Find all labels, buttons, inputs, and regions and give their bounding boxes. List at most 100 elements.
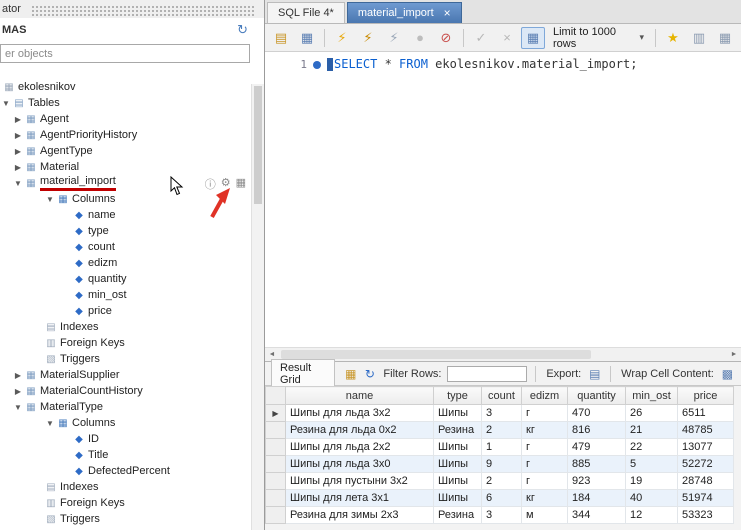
column-header-price[interactable]: price <box>678 387 734 405</box>
execute-current-statement-button[interactable]: ⚡ <box>356 27 380 49</box>
cell[interactable]: 885 <box>568 456 626 473</box>
cell[interactable]: кг <box>522 422 568 439</box>
export-icon[interactable]: ▤ <box>587 367 602 381</box>
tree-item-price[interactable]: ◆price <box>0 303 264 319</box>
column-header-count[interactable]: count <box>482 387 522 405</box>
tree-item-agenttype[interactable]: ▶▦AgentType <box>0 143 264 159</box>
scroll-left-icon[interactable]: ◄ <box>265 351 279 358</box>
table-row[interactable]: Шипы для пустыни 3x2Шипы2г9231928748 <box>266 473 734 490</box>
cell[interactable]: 2 <box>482 422 522 439</box>
cell[interactable]: Шипы <box>434 490 482 507</box>
expand-arrow-icon[interactable]: ▶ <box>12 147 24 156</box>
scroll-right-icon[interactable]: ► <box>727 351 741 358</box>
editor-horizontal-scrollbar[interactable]: ◄ ► <box>265 347 741 361</box>
table-row[interactable]: Шипы для лета 3x1Шипы6кг1844051974 <box>266 490 734 507</box>
tree-item-quantity[interactable]: ◆quantity <box>0 271 264 287</box>
tree-item-type[interactable]: ◆type <box>0 223 264 239</box>
table-row[interactable]: Резина для зимы 2x3Резина3м3441253323 <box>266 507 734 524</box>
cell[interactable]: 40 <box>626 490 678 507</box>
open-file-button[interactable]: ▤ <box>269 27 293 49</box>
cell[interactable]: г <box>522 456 568 473</box>
cell[interactable]: 3 <box>482 405 522 422</box>
tree-item-agent[interactable]: ▶▦Agent <box>0 111 264 127</box>
cell[interactable]: 470 <box>568 405 626 422</box>
cell[interactable]: 479 <box>568 439 626 456</box>
tree-item-id[interactable]: ◆ID <box>0 431 264 447</box>
tree-item-columns[interactable]: ▼▦Columns <box>0 415 264 431</box>
collapse-arrow-icon[interactable]: ▼ <box>12 179 24 188</box>
cell[interactable]: 26 <box>626 405 678 422</box>
cell[interactable]: Шипы <box>434 439 482 456</box>
tree-item-indexes[interactable]: ▤Indexes <box>0 479 264 495</box>
cell[interactable]: 53323 <box>678 507 734 524</box>
row-selector[interactable] <box>266 507 286 524</box>
cell[interactable]: Резина <box>434 507 482 524</box>
cell[interactable]: 22 <box>626 439 678 456</box>
scrollbar-track[interactable] <box>279 348 727 361</box>
limit-rows-dropdown[interactable]: Limit to 1000 rows▾ <box>547 27 650 49</box>
column-header-type[interactable]: type <box>434 387 482 405</box>
row-selector[interactable] <box>266 490 286 507</box>
cell[interactable]: 2 <box>482 473 522 490</box>
row-selector[interactable] <box>266 439 286 456</box>
grid-icon[interactable]: ▦ <box>343 367 358 381</box>
execute-button[interactable]: ⚡ <box>330 27 354 49</box>
panel-drag-handle[interactable] <box>31 5 256 17</box>
expand-arrow-icon[interactable]: ▶ <box>12 163 24 172</box>
cell[interactable]: 12 <box>626 507 678 524</box>
sql-code-line[interactable]: SELECT * FROM ekolesnikov.material_impor… <box>327 52 637 347</box>
row-selector[interactable]: ▶ <box>266 405 286 422</box>
cell[interactable]: г <box>522 439 568 456</box>
autocommit-button[interactable]: ▦ <box>521 27 545 49</box>
tree-item-count[interactable]: ◆count <box>0 239 264 255</box>
collapse-arrow-icon[interactable]: ▼ <box>44 419 56 428</box>
tree-item-materialtype[interactable]: ▼▦MaterialType <box>0 399 264 415</box>
tab-close-icon[interactable]: × <box>444 7 451 19</box>
tree-item-foreign-keys[interactable]: ▥Foreign Keys <box>0 495 264 511</box>
collapse-arrow-icon[interactable]: ▼ <box>44 195 56 204</box>
stop-button[interactable]: ● <box>408 27 432 49</box>
cell[interactable]: Шипы для льда 2x2 <box>286 439 434 456</box>
tree-item-edizm[interactable]: ◆edizm <box>0 255 264 271</box>
expand-arrow-icon[interactable]: ▶ <box>12 371 24 380</box>
cell[interactable]: Шипы <box>434 473 482 490</box>
cell[interactable]: Шипы <box>434 405 482 422</box>
tree-item-min_ost[interactable]: ◆min_ost <box>0 287 264 303</box>
cell[interactable]: г <box>522 405 568 422</box>
wrap-cell-content-icon[interactable]: ▩ <box>720 367 735 381</box>
tree-item-triggers[interactable]: ▧Triggers <box>0 511 264 527</box>
tree-item-ekolesnikov[interactable]: ▦ekolesnikov <box>0 79 264 95</box>
tree-item-materialsupplier[interactable]: ▶▦MaterialSupplier <box>0 367 264 383</box>
cell[interactable]: 344 <box>568 507 626 524</box>
table-row[interactable]: Резина для льда 0x2Резина2кг8162148785 <box>266 422 734 439</box>
cell[interactable]: 51974 <box>678 490 734 507</box>
cell[interactable]: 21 <box>626 422 678 439</box>
explain-button[interactable]: ⚡ <box>382 27 406 49</box>
expand-arrow-icon[interactable]: ▶ <box>12 131 24 140</box>
cell[interactable]: 6 <box>482 490 522 507</box>
table-row[interactable]: Шипы для льда 2x2Шипы1г4792213077 <box>266 439 734 456</box>
sidebar-scrollbar[interactable] <box>251 84 264 530</box>
commit-button[interactable]: ✓ <box>469 27 493 49</box>
rollback-button[interactable]: × <box>495 27 519 49</box>
cell[interactable]: Шипы для льда 3x2 <box>286 405 434 422</box>
cell[interactable]: 48785 <box>678 422 734 439</box>
sql-editor[interactable]: 1 SELECT * FROM ekolesnikov.material_imp… <box>265 52 741 347</box>
table-row[interactable]: ▶Шипы для льда 3x2Шипы3г470266511 <box>266 405 734 422</box>
cell[interactable]: м <box>522 507 568 524</box>
filter-objects-input[interactable] <box>0 44 250 63</box>
row-selector[interactable] <box>266 422 286 439</box>
tree-item-title[interactable]: ◆Title <box>0 447 264 463</box>
collapse-arrow-icon[interactable]: ▼ <box>0 99 12 108</box>
tree-item-indexes[interactable]: ▤Indexes <box>0 319 264 335</box>
column-header-min_ost[interactable]: min_ost <box>626 387 678 405</box>
cell[interactable]: 184 <box>568 490 626 507</box>
refresh-icon[interactable]: ↻ <box>362 367 377 381</box>
tree-item-triggers[interactable]: ▧Triggers <box>0 351 264 367</box>
cell[interactable]: Резина для льда 0x2 <box>286 422 434 439</box>
tree-item-defectedpercent[interactable]: ◆DefectedPercent <box>0 463 264 479</box>
column-header-quantity[interactable]: quantity <box>568 387 626 405</box>
open-table-icon[interactable]: ▦ <box>236 176 246 192</box>
column-header-name[interactable]: name <box>286 387 434 405</box>
cell[interactable]: Шипы для пустыни 3x2 <box>286 473 434 490</box>
